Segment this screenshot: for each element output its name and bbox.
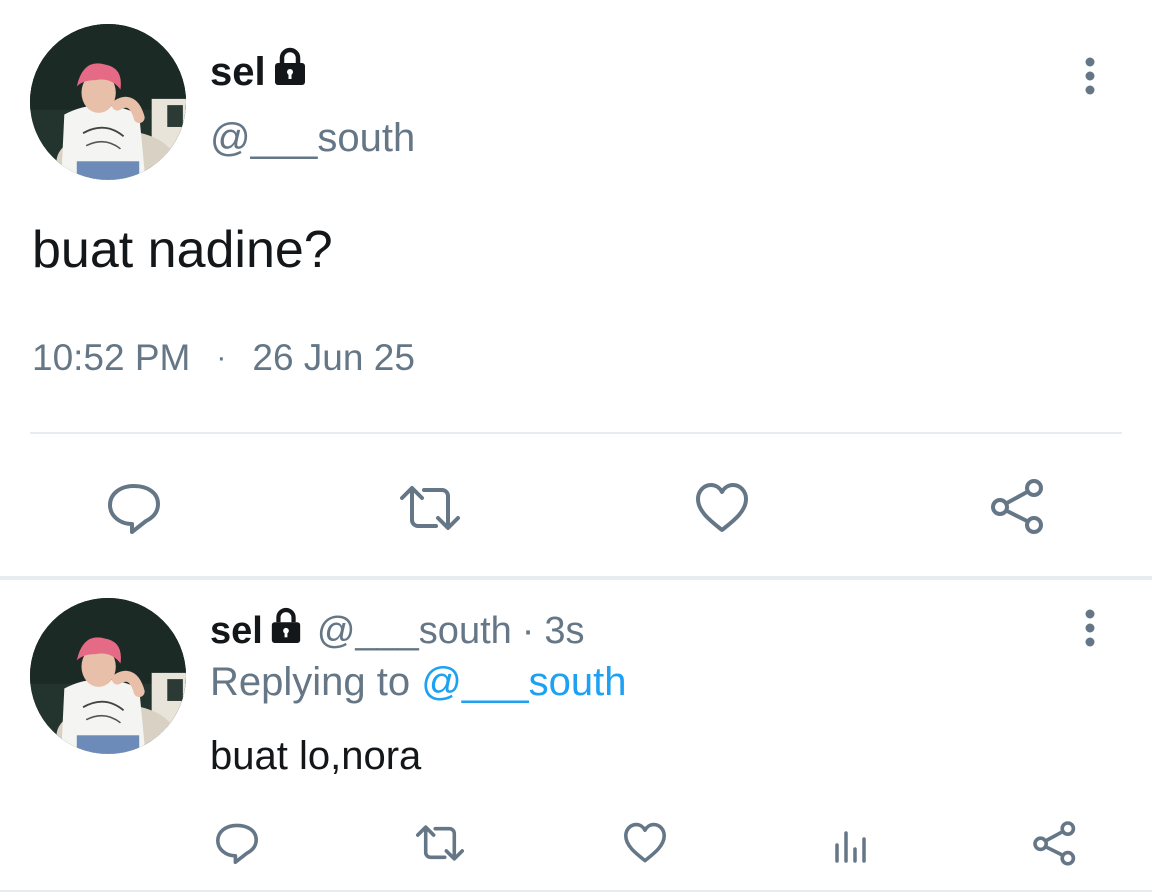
reply-analytics-button[interactable]: [826, 818, 876, 868]
reply-separator: ·: [521, 609, 535, 652]
more-vertical-icon[interactable]: [1076, 54, 1104, 98]
bottom-divider: [0, 890, 1152, 892]
avatar[interactable]: [30, 24, 186, 180]
lock-icon: [269, 607, 303, 655]
reply-comment-button[interactable]: [212, 818, 262, 868]
tweet-date: 26 Jun 25: [252, 337, 415, 378]
reply-display-name[interactable]: sel: [210, 610, 263, 653]
reply-avatar[interactable]: [30, 598, 186, 754]
divider: [30, 432, 1122, 434]
avatar-photo: [30, 598, 186, 754]
author-handle[interactable]: @___south: [210, 116, 415, 161]
reply-text: buat lo,nora: [210, 734, 422, 778]
avatar-photo: [30, 24, 186, 180]
reply-button[interactable]: [102, 476, 166, 540]
reply-author-row: sel @___south · 3s: [210, 606, 585, 656]
more-vertical-icon[interactable]: [1076, 606, 1104, 650]
retweet-icon: [415, 825, 465, 861]
meta-separator: ·: [216, 341, 227, 374]
like-button[interactable]: [690, 476, 754, 540]
author-display-name[interactable]: sel: [210, 50, 266, 95]
reply-retweet-button[interactable]: [412, 818, 468, 868]
replying-to-prefix: Replying to: [210, 660, 411, 704]
tweet-detail-page: sel @___south buat nadine? 10:52 PM · 26…: [0, 0, 1152, 894]
reply-handle[interactable]: @___south: [317, 610, 512, 653]
share-button[interactable]: [986, 474, 1050, 538]
heart-icon: [624, 822, 666, 863]
lock-icon: [272, 47, 308, 97]
comment-icon: [216, 823, 258, 864]
author-name-row: sel: [210, 46, 308, 98]
comment-icon: [108, 484, 160, 534]
reply-share-button[interactable]: [1030, 818, 1080, 868]
tweet-time: 10:52 PM: [32, 337, 191, 378]
retweet-icon: [400, 486, 460, 530]
replying-to-mention[interactable]: @___south: [421, 660, 626, 704]
replying-to: Replying to @___south: [210, 660, 626, 705]
analytics-icon: [835, 831, 866, 863]
retweet-button[interactable]: [396, 476, 464, 540]
tweet-timestamp[interactable]: 10:52 PM · 26 Jun 25: [32, 334, 415, 382]
reply-like-button[interactable]: [620, 818, 670, 868]
tweet-text: buat nadine?: [32, 221, 333, 279]
section-divider: [0, 576, 1152, 580]
heart-icon: [696, 483, 748, 532]
share-icon: [991, 479, 1043, 534]
reply-age: 3s: [544, 609, 585, 652]
share-icon: [1033, 821, 1076, 866]
